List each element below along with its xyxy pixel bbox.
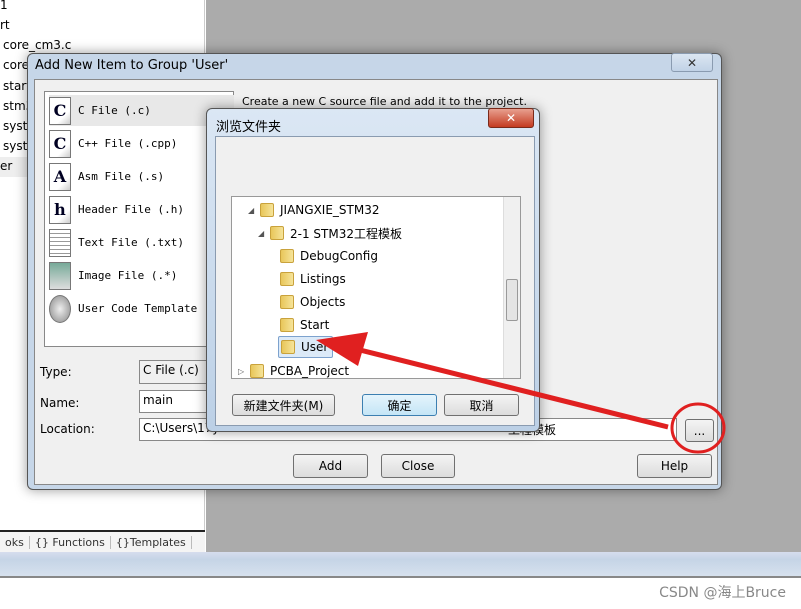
highlight-circle [670,402,726,454]
annotation-overlay [316,332,726,454]
arrow-line [351,345,669,430]
arrow-head [316,332,368,366]
